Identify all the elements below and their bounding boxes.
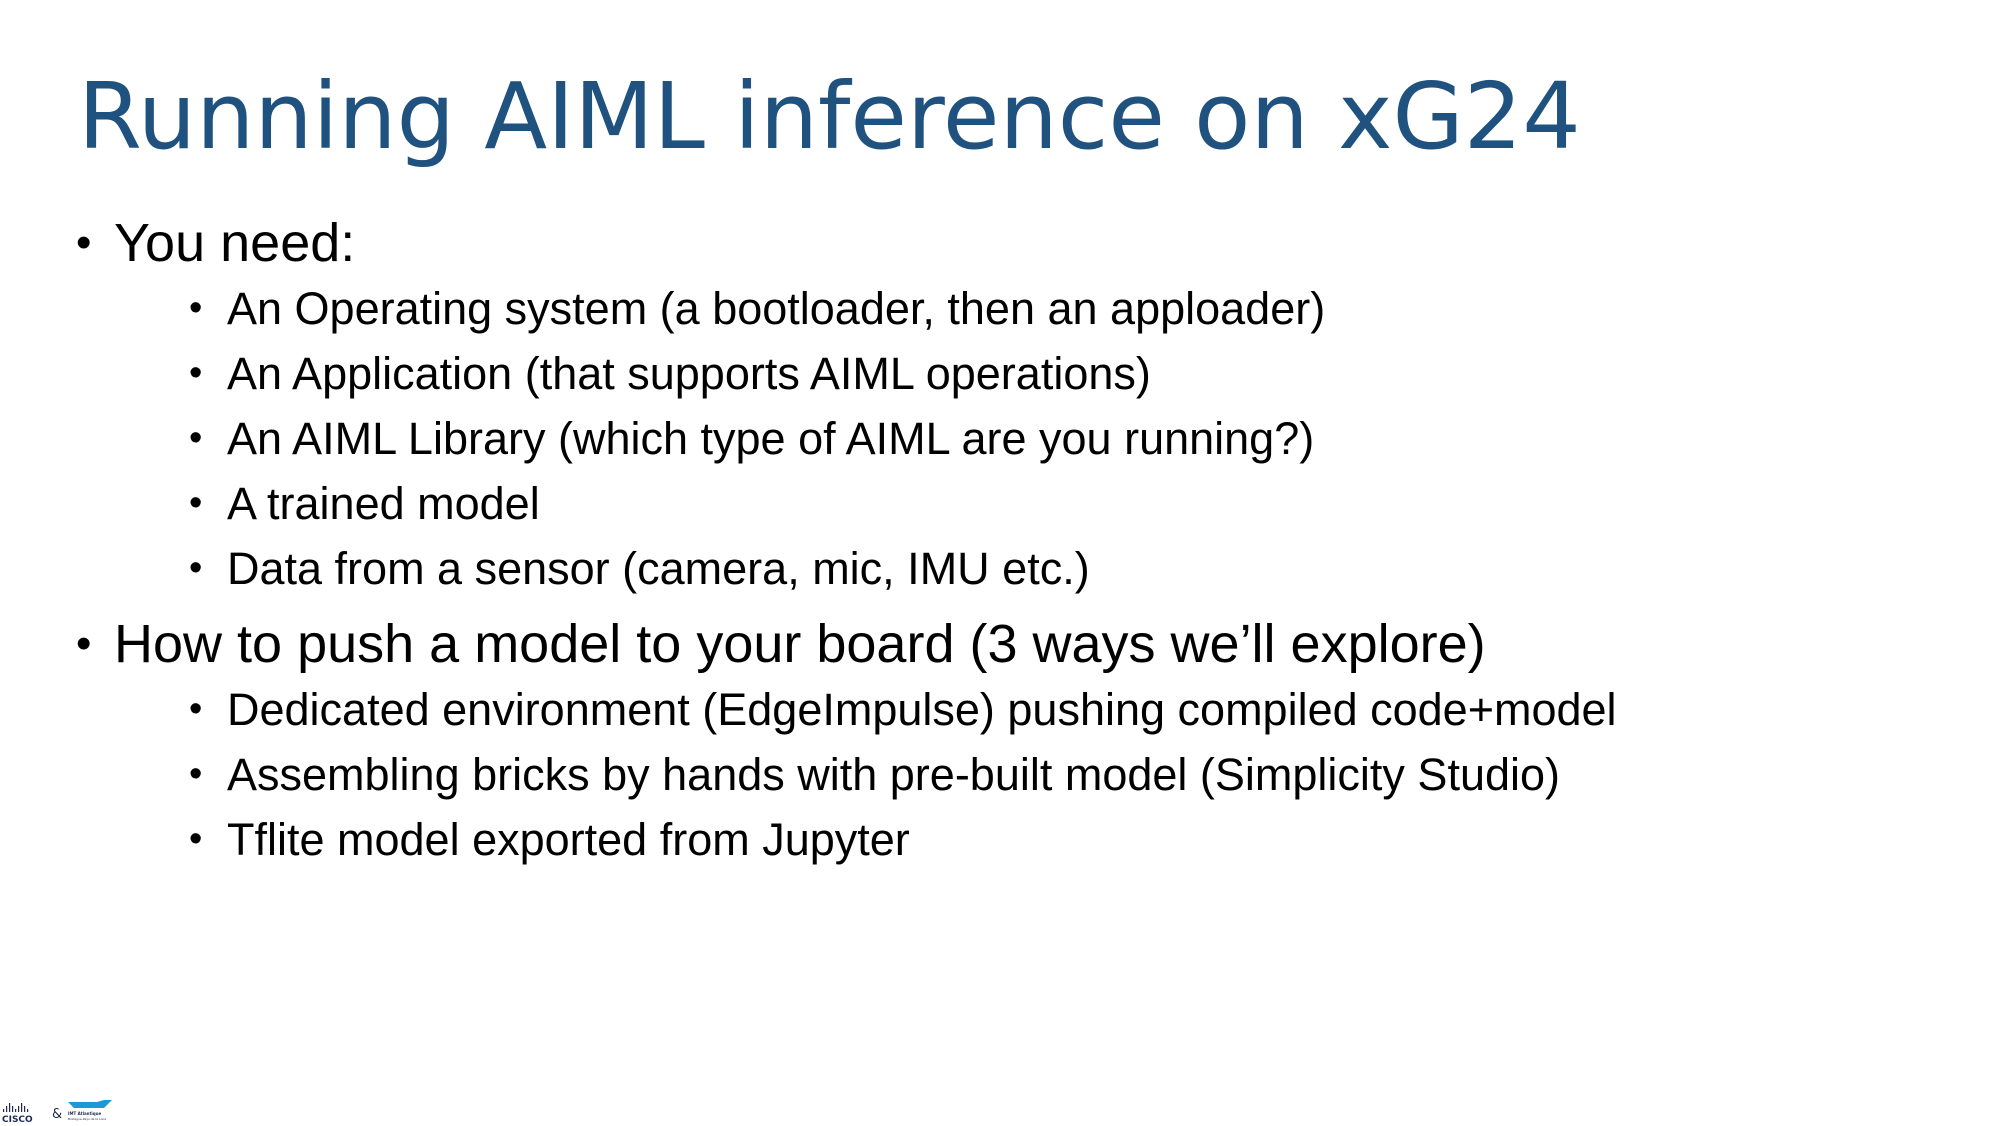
imt-wordmark: IMT Atlantique xyxy=(68,1111,102,1116)
imt-caption: Bretagne-Pays de la Loire xyxy=(68,1117,106,1121)
sub-bullet-text: Tflite model exported from Jupyter xyxy=(227,814,910,865)
logo-ampersand: & xyxy=(52,1107,62,1122)
sub-bullet-operating-system: • An Operating system (a bootloader, the… xyxy=(189,276,1936,341)
bullet-you-need: • You need: • An Operating system (a boo… xyxy=(76,210,1936,601)
sub-bullet-text: A trained model xyxy=(227,478,540,529)
sub-bullet-trained-model: • A trained model xyxy=(189,471,1936,536)
bullet-dot-icon: • xyxy=(189,417,203,459)
slide: Running AIML inference on xG24 • You nee… xyxy=(0,0,2000,1125)
bullet-dot-icon: • xyxy=(189,547,203,589)
cisco-imt-logo: CISCO & IMT Atlantique Bretagne-Pays de … xyxy=(2,1100,112,1125)
bullet-list: • You need: • An Operating system (a boo… xyxy=(76,210,1936,872)
cisco-wordmark: CISCO xyxy=(2,1115,33,1125)
sub-bullet-sensor-data: • Data from a sensor (camera, mic, IMU e… xyxy=(189,536,1936,601)
slide-content: • You need: • An Operating system (a boo… xyxy=(76,210,1936,872)
bullet-dot-icon: • xyxy=(76,218,92,267)
sub-bullet-text: An Operating system (a bootloader, then … xyxy=(227,283,1326,334)
bullet-dot-icon: • xyxy=(76,619,92,668)
sub-bullet-list: • An Operating system (a bootloader, the… xyxy=(189,276,1936,601)
bullet-dot-icon: • xyxy=(189,482,203,524)
sub-bullet-edgeimpulse: • Dedicated environment (EdgeImpulse) pu… xyxy=(189,677,1936,742)
sub-bullet-tflite: • Tflite model exported from Jupyter xyxy=(189,807,1936,872)
bullet-dot-icon: • xyxy=(189,753,203,795)
sub-bullet-text: An AIML Library (which type of AIML are … xyxy=(227,413,1315,464)
sub-bullet-text: Dedicated environment (EdgeImpulse) push… xyxy=(227,684,1617,735)
cisco-bars-icon xyxy=(3,1103,29,1112)
bullet-dot-icon: • xyxy=(189,818,203,860)
imt-chevron-icon xyxy=(68,1100,112,1108)
sub-bullet-text: Data from a sensor (camera, mic, IMU etc… xyxy=(227,543,1090,594)
bullet-dot-icon: • xyxy=(189,352,203,394)
slide-title: Running AIML inference on xG24 xyxy=(78,63,1581,170)
sub-bullet-aiml-library: • An AIML Library (which type of AIML ar… xyxy=(189,406,1936,471)
bullet-text: How to push a model to your board (3 way… xyxy=(114,614,1486,674)
sub-bullet-text: Assembling bricks by hands with pre-buil… xyxy=(227,749,1561,800)
bullet-text: You need: xyxy=(114,213,356,273)
bullet-push-model: • How to push a model to your board (3 w… xyxy=(76,611,1936,872)
sub-bullet-text: An Application (that supports AIML opera… xyxy=(227,348,1151,399)
sub-bullet-list: • Dedicated environment (EdgeImpulse) pu… xyxy=(189,677,1936,872)
bullet-dot-icon: • xyxy=(189,688,203,730)
sub-bullet-simplicity-studio: • Assembling bricks by hands with pre-bu… xyxy=(189,742,1936,807)
bullet-dot-icon: • xyxy=(189,287,203,329)
sub-bullet-application: • An Application (that supports AIML ope… xyxy=(189,341,1936,406)
